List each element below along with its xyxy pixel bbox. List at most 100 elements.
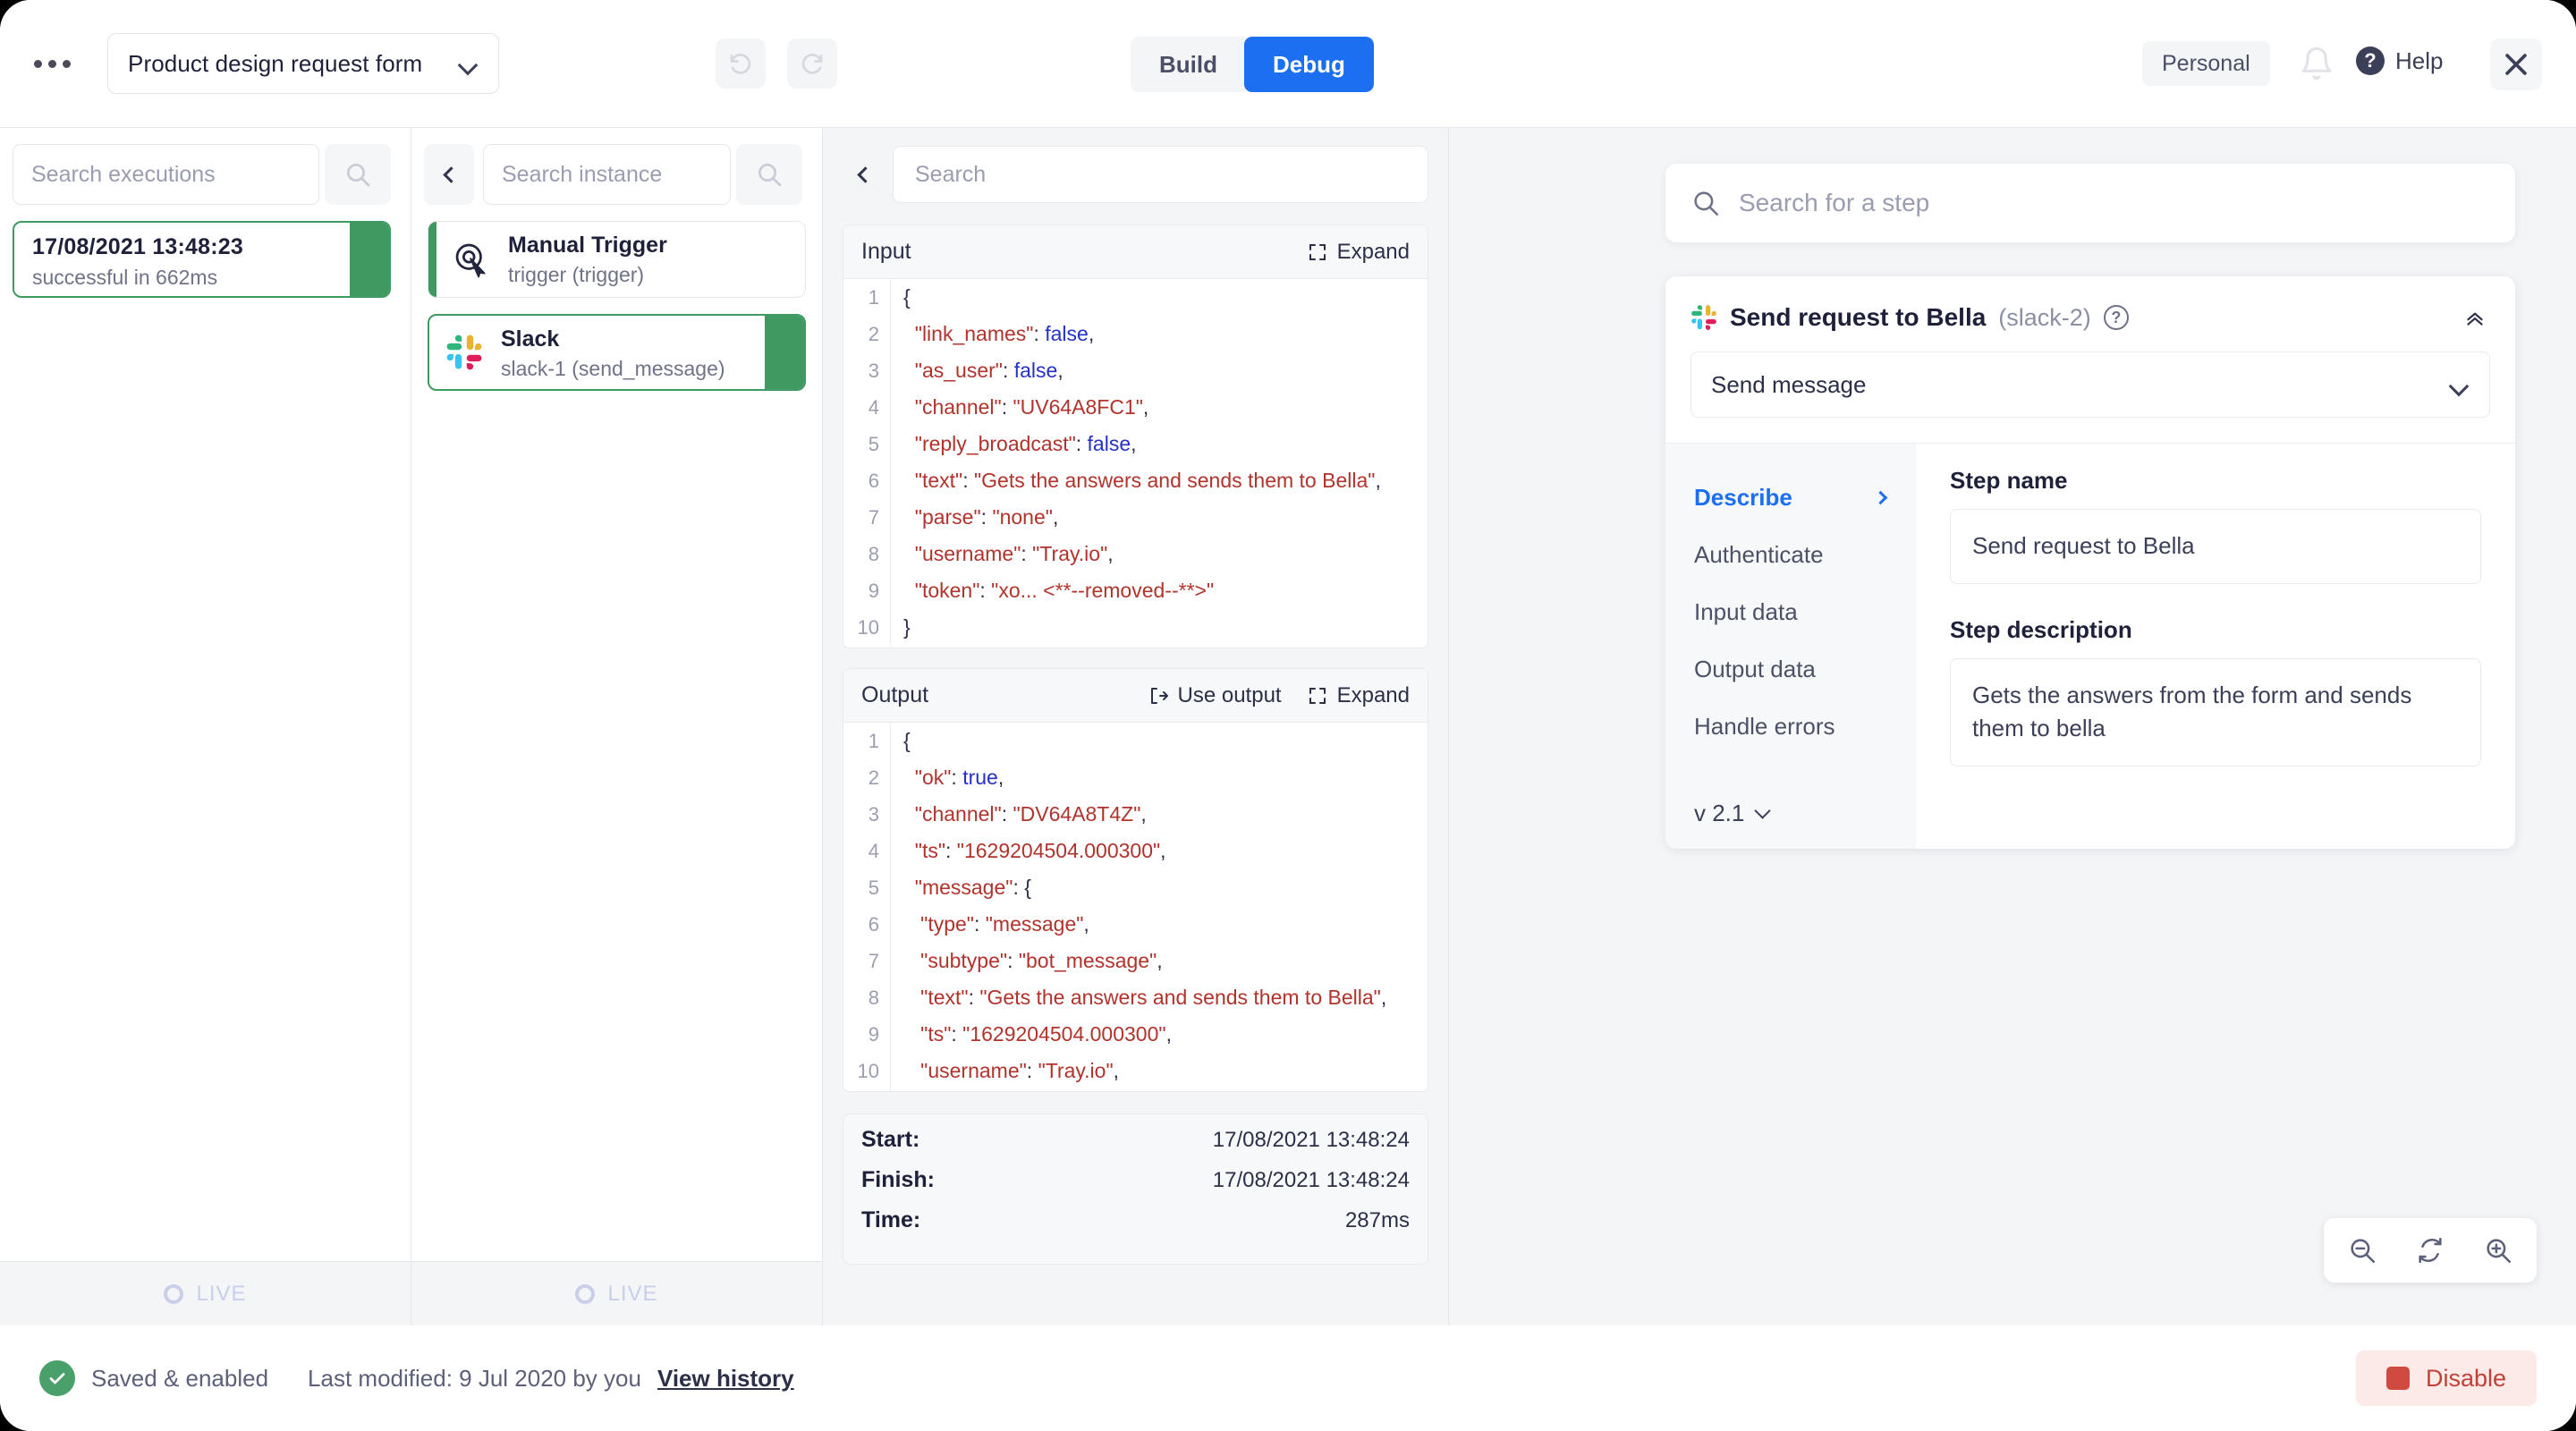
chevron-left-icon <box>856 165 874 183</box>
disable-button[interactable]: Disable <box>2355 1351 2537 1406</box>
chevron-double-up-icon[interactable] <box>2460 306 2490 329</box>
code-line-number: 7 <box>868 950 879 972</box>
debug-detail-panel: Search Input Expand 1{2 "link_names": fa… <box>823 127 1449 1325</box>
instance-item-sub: trigger (trigger) <box>508 263 645 286</box>
save-status-label: Saved & enabled <box>91 1364 269 1392</box>
step-nav-item-describe[interactable]: Describe <box>1694 469 1916 526</box>
undo-icon <box>730 53 751 74</box>
tab-build[interactable]: Build <box>1131 37 1246 92</box>
instance-item-manual-trigger[interactable]: Manual Trigger trigger (trigger) <box>428 221 806 298</box>
close-button[interactable] <box>2490 38 2542 90</box>
notifications-button[interactable] <box>2299 45 2336 84</box>
code-line: 2 "link_names": false, <box>843 316 1428 352</box>
code-line: 2 "ok": true, <box>843 759 1428 796</box>
undo-button[interactable] <box>716 38 766 89</box>
step-search-bar[interactable]: Search for a step <box>1665 164 2515 242</box>
execution-list-item[interactable]: 17/08/2021 13:48:23 successful in 662ms <box>13 221 391 298</box>
step-nav-item-label: Describe <box>1694 483 1792 511</box>
close-icon <box>2505 54 2527 75</box>
flow-name-dropdown[interactable]: Product design request form <box>107 33 499 94</box>
live-label: LIVE <box>607 1281 658 1306</box>
code-line: 6 "text": "Gets the answers and sends th… <box>843 462 1428 499</box>
operation-dropdown[interactable]: Send message <box>1690 351 2490 418</box>
refresh-icon[interactable] <box>2415 1235 2445 1266</box>
code-line-number: 3 <box>868 360 879 382</box>
manual-trigger-icon <box>436 222 506 297</box>
instance-item-slack[interactable]: Slack slack-1 (send_message) <box>428 314 806 391</box>
code-line-number: 2 <box>868 766 879 789</box>
step-nav-item-input-data[interactable]: Input data <box>1694 583 1916 640</box>
tab-debug[interactable]: Debug <box>1244 37 1374 92</box>
step-card-title: Send request to Bella <box>1730 303 1987 331</box>
collapse-executions-button[interactable] <box>424 144 474 205</box>
zoom-out-icon[interactable] <box>2347 1235 2377 1266</box>
check-circle-icon <box>39 1360 75 1396</box>
step-nav-item-authenticate[interactable]: Authenticate <box>1694 526 1916 583</box>
instance-search-button[interactable] <box>736 144 802 205</box>
search-executions-input[interactable]: Search executions <box>13 144 319 205</box>
code-line-number: 9 <box>868 1023 879 1046</box>
code-line: 7 "parse": "none", <box>843 499 1428 536</box>
code-line-number: 6 <box>868 913 879 936</box>
timing-value: 17/08/2021 13:48:24 <box>1212 1168 1410 1192</box>
code-line: 1{ <box>843 279 1428 316</box>
step-nav-item-output-data[interactable]: Output data <box>1694 640 1916 698</box>
step-nav-item-label: Handle errors <box>1694 712 1835 740</box>
search-icon <box>758 164 782 187</box>
code-line-number: 8 <box>868 543 879 565</box>
help-label: Help <box>2395 47 2444 74</box>
debug-search-input[interactable]: Search <box>893 146 1428 203</box>
workflow-canvas[interactable]: Search for a step Send request to Bella … <box>1449 127 2576 1325</box>
expand-icon <box>1309 243 1326 260</box>
step-name-label: Step name <box>1950 467 2068 494</box>
collapse-instance-button[interactable] <box>843 144 884 205</box>
timing-key: Start: <box>861 1127 920 1152</box>
input-expand-button[interactable]: Expand <box>1307 240 1410 265</box>
code-line-number: 1 <box>868 730 879 752</box>
timing-row: Finish: 17/08/2021 13:48:24 <box>861 1167 1410 1207</box>
step-name-input[interactable]: Send request to Bella <box>1950 509 2481 584</box>
step-version-dropdown[interactable]: v 2.1 <box>1694 800 1916 827</box>
executions-search-button[interactable] <box>325 144 391 205</box>
output-code-content[interactable]: 1{2 "ok": true, 3 "channel": "DV64A8T4Z",… <box>843 723 1428 1091</box>
chevron-down-icon <box>2450 379 2470 391</box>
step-version-label: v 2.1 <box>1694 800 1745 826</box>
execution-timestamp: 17/08/2021 13:48:23 <box>32 234 243 259</box>
account-chip[interactable]: Personal <box>2142 41 2270 86</box>
disable-label: Disable <box>2425 1364 2506 1392</box>
timing-value: 287ms <box>1344 1208 1410 1232</box>
code-line-number: 4 <box>868 396 879 419</box>
step-nav: Describe Authenticate Input data Output dat… <box>1665 444 1916 849</box>
code-line-number: 4 <box>868 840 879 862</box>
instance-search-row: Search instance <box>411 128 822 205</box>
use-output-label: Use output <box>1177 682 1282 707</box>
last-modified-label: Last modified: 9 Jul 2020 by you <box>308 1364 641 1392</box>
search-icon <box>347 164 370 187</box>
ellipsis-icon[interactable] <box>29 47 75 80</box>
help-button[interactable]: ? Help <box>2356 47 2443 75</box>
view-history-link[interactable]: View history <box>657 1365 794 1393</box>
search-instance-input[interactable]: Search instance <box>483 144 731 205</box>
output-expand-button[interactable]: Expand <box>1307 683 1410 708</box>
step-description-input[interactable]: Gets the answers from the form and sends… <box>1950 657 2481 767</box>
external-link-icon <box>1150 687 1168 704</box>
instance-status-stripe <box>765 316 804 389</box>
code-line-text: "ts": "1629204504.000300", <box>890 833 1428 869</box>
code-line: 3 "channel": "DV64A8T4Z", <box>843 796 1428 833</box>
input-code-content[interactable]: 1{2 "link_names": false, 3 "as_user": fal… <box>843 279 1428 648</box>
help-circle-icon[interactable]: ? <box>2103 305 2129 330</box>
step-nav-item-handle-errors[interactable]: Handle errors <box>1694 698 1916 755</box>
output-code-box: Output Use output Expand 1 {2 "ok": tru… <box>843 668 1428 1092</box>
code-line-number: 5 <box>868 433 879 455</box>
input-expand-label: Expand <box>1336 239 1410 264</box>
chevron-right-icon <box>1873 490 1888 504</box>
use-output-button[interactable]: Use output <box>1148 683 1282 708</box>
code-line-number: 10 <box>857 1060 879 1082</box>
code-line-text: "channel": "UV64A8FC1", <box>890 389 1428 426</box>
code-line-number: 9 <box>868 580 879 602</box>
zoom-in-icon[interactable] <box>2483 1235 2513 1266</box>
operation-label: Send message <box>1711 370 1867 398</box>
live-label: LIVE <box>196 1281 247 1306</box>
code-line-text: "token": "xo... <**--removed--**>" <box>890 572 1428 609</box>
redo-button[interactable] <box>787 38 837 89</box>
